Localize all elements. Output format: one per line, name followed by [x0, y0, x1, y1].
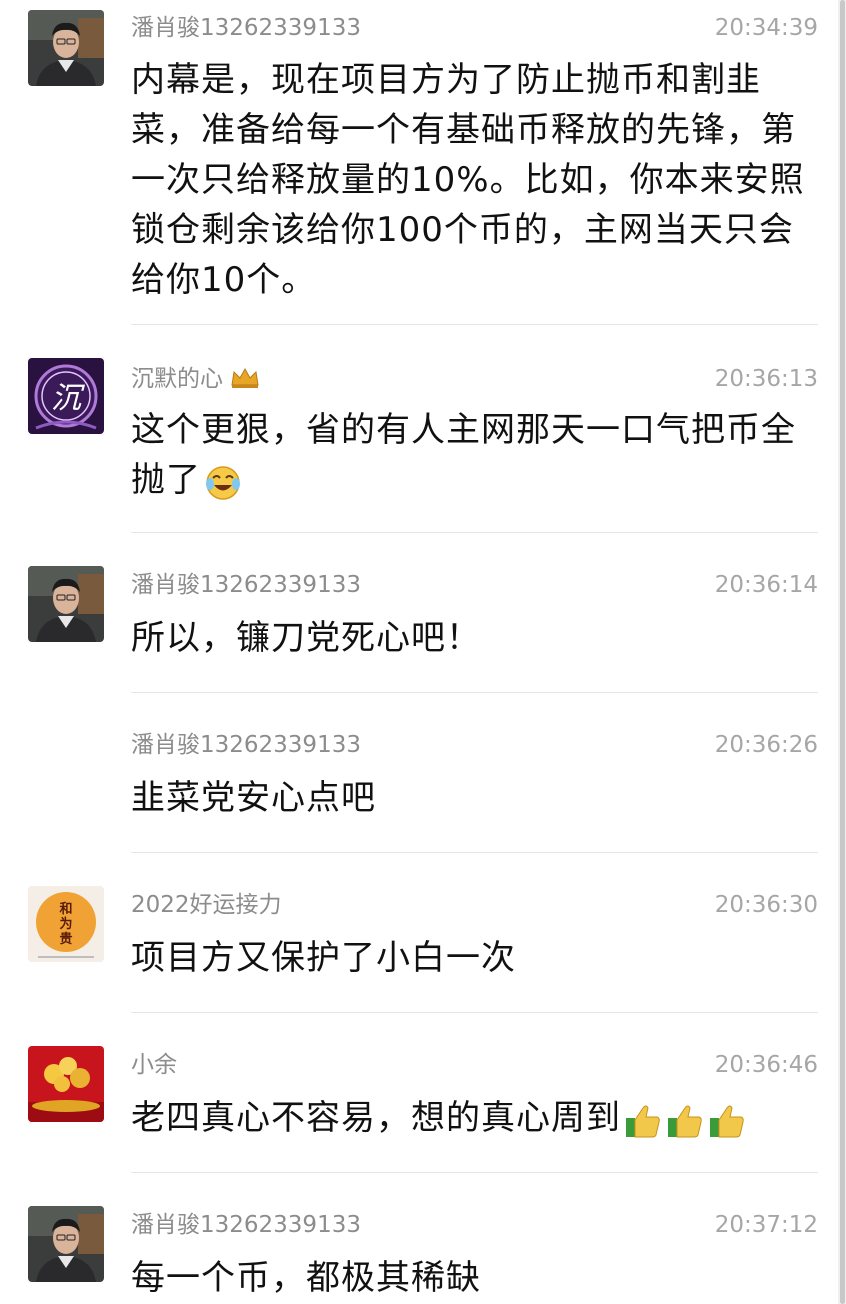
svg-text:为: 为	[59, 916, 72, 932]
sender-name[interactable]: 潘肖骏13262339133	[131, 731, 361, 759]
seal-text: 和	[59, 901, 72, 917]
chat-message: 潘肖骏13262339133 20:36:26 韭菜党安心点吧	[0, 693, 838, 853]
man-portrait-avatar	[28, 10, 104, 86]
sender-name[interactable]: 潘肖骏13262339133	[131, 14, 361, 42]
scrollbar[interactable]	[838, 0, 846, 1304]
avatar[interactable]	[28, 10, 104, 86]
avatar[interactable]: 沉	[28, 358, 104, 434]
thumbs-up-icon	[626, 1105, 660, 1137]
orange-seal-avatar: 和 为 贵	[28, 886, 104, 962]
sender-name[interactable]: 沉默的心	[131, 365, 260, 393]
sender-name[interactable]: 小余	[131, 1051, 177, 1079]
chat-message: 潘肖骏13262339133 20:37:12 每一个币，都极其稀缺	[0, 1173, 838, 1304]
message-text: 韭菜党安心点吧	[131, 778, 376, 818]
man-portrait-avatar	[28, 566, 104, 642]
man-portrait-avatar	[28, 1206, 104, 1282]
message-text: 这个更狠，省的有人主网那天一口气把币全抛了	[131, 405, 821, 505]
message-text: 内幕是，现在项目方为了防止抛币和割韭菜，准备给每一个有基础币释放的先锋，第一次只…	[131, 60, 805, 300]
timestamp: 20:37:12	[714, 1212, 818, 1238]
timestamp: 20:36:30	[714, 892, 818, 918]
message-text: 所以，镰刀党死心吧！	[131, 618, 481, 658]
message-text: 老四真心不容易，想的真心周到	[131, 1093, 821, 1143]
red-gold-avatar	[28, 1046, 104, 1122]
chat-message: 潘肖骏13262339133 20:34:39 内幕是，现在项目方为了防止抛币和…	[0, 0, 838, 325]
timestamp: 20:34:39	[714, 15, 818, 41]
laughing-crying-emoji-icon	[206, 465, 240, 500]
sender-name[interactable]: 2022好运接力	[131, 891, 282, 919]
chat-message: 沉 沉默的心 20:36:13 这个更狠，省的有人主网那天一口气把币全抛了	[0, 325, 838, 533]
avatar[interactable]: 和 为 贵	[28, 886, 104, 962]
timestamp: 20:36:13	[714, 366, 818, 392]
crown-icon	[231, 367, 259, 388]
chat-message: 小余 20:36:46 老四真心不容易，想的真心周到	[0, 1013, 838, 1173]
timestamp: 20:36:26	[714, 732, 818, 758]
thumbs-up-icon	[668, 1105, 702, 1137]
scrollbar-thumb[interactable]	[840, 0, 845, 1304]
thumbs-up-icon	[710, 1105, 744, 1137]
svg-text:沉: 沉	[51, 381, 86, 416]
timestamp: 20:36:14	[714, 572, 818, 598]
message-text: 每一个币，都极其稀缺	[131, 1258, 481, 1298]
sender-name[interactable]: 潘肖骏13262339133	[131, 571, 361, 599]
message-text: 项目方又保护了小白一次	[131, 938, 516, 978]
timestamp: 20:36:46	[714, 1052, 818, 1078]
message-text-content: 老四真心不容易，想的真心周到	[131, 1098, 621, 1138]
chat-message: 潘肖骏13262339133 20:36:14 所以，镰刀党死心吧！	[0, 533, 838, 693]
chat-message: 和 为 贵 2022好运接力 20:36:30 项目方又保护了小白一次	[0, 853, 838, 1013]
avatar[interactable]	[28, 566, 104, 642]
avatar[interactable]	[28, 1046, 104, 1122]
avatar[interactable]	[28, 1206, 104, 1282]
sender-name[interactable]: 潘肖骏13262339133	[131, 1211, 361, 1239]
svg-text:贵: 贵	[59, 931, 72, 947]
sender-name-text: 沉默的心	[131, 366, 223, 392]
purple-logo-avatar: 沉	[28, 358, 104, 434]
